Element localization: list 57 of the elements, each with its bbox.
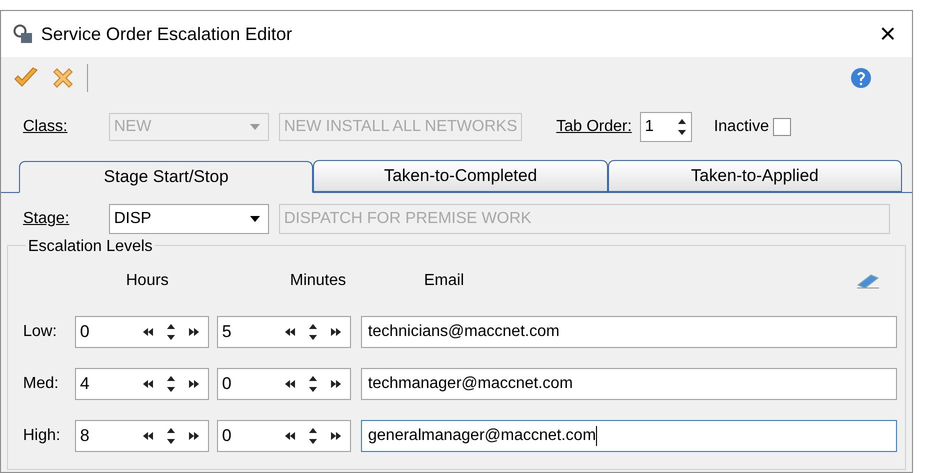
time-spinner-field[interactable]: 0: [75, 316, 209, 348]
window-title: Service Order Escalation Editor: [41, 22, 294, 46]
class-label: Class:: [23, 117, 68, 137]
time-spinner-field[interactable]: 8: [75, 420, 209, 452]
email-field[interactable]: technicians@maccnet.com: [361, 316, 897, 348]
spinner-value: 4: [80, 373, 90, 396]
rewind-icon[interactable]: [142, 327, 154, 337]
email-field[interactable]: generalmanager@maccnet.com: [361, 420, 897, 452]
time-spinner-field[interactable]: 0: [217, 420, 351, 452]
up-down-arrows-icon[interactable]: [676, 117, 687, 137]
column-header: Hours: [125, 271, 170, 291]
tab[interactable]: Taken-to-Completed: [313, 160, 608, 192]
rewind-icon[interactable]: [284, 327, 296, 337]
class-description-field: NEW INSTALL ALL NETWORKS: [279, 113, 522, 141]
level-label: High:: [23, 426, 62, 446]
rewind-icon[interactable]: [284, 379, 296, 389]
spinner-value: 0: [222, 373, 232, 396]
fast-forward-icon[interactable]: [188, 327, 200, 337]
column-header: Minutes: [289, 271, 348, 291]
up-down-arrows-icon[interactable]: [308, 374, 318, 394]
stage-dropdown[interactable]: DISP: [109, 204, 269, 234]
rewind-icon[interactable]: [284, 431, 296, 441]
spinner-value: 8: [80, 425, 90, 448]
level-label: Med:: [23, 374, 60, 394]
up-down-arrows-icon[interactable]: [308, 322, 318, 342]
inactive-label: Inactive: [714, 117, 769, 137]
column-header: Email: [423, 271, 466, 291]
up-down-arrows-icon[interactable]: [166, 426, 176, 446]
tab-order-label: Tab Order:: [556, 117, 632, 137]
fast-forward-icon[interactable]: [330, 327, 342, 337]
help-icon[interactable]: [850, 67, 872, 89]
time-spinner-field[interactable]: 4: [75, 368, 209, 400]
fast-forward-icon[interactable]: [330, 431, 342, 441]
up-down-arrows-icon[interactable]: [166, 322, 176, 342]
time-spinner-field[interactable]: 5: [217, 316, 351, 348]
close-button[interactable]: ×: [876, 20, 900, 48]
email-field[interactable]: techmanager@maccnet.com: [361, 368, 897, 400]
up-down-arrows-icon[interactable]: [166, 374, 176, 394]
app-logo-icon: [13, 24, 33, 44]
tab[interactable]: Stage Start/Stop: [19, 161, 314, 193]
fast-forward-icon[interactable]: [188, 379, 200, 389]
stage-description-field: DISPATCH FOR PREMISE WORK: [279, 204, 890, 234]
spinner-value: 0: [222, 425, 232, 448]
dropdown-arrow-icon: [250, 124, 260, 130]
spinner-value: 0: [80, 321, 90, 344]
up-down-arrows-icon[interactable]: [308, 426, 318, 446]
dropdown-arrow-icon: [250, 216, 260, 222]
fast-forward-icon[interactable]: [188, 431, 200, 441]
rewind-icon[interactable]: [142, 379, 154, 389]
tab[interactable]: Taken-to-Applied: [608, 160, 902, 192]
eraser-icon[interactable]: [855, 272, 881, 290]
level-label: Low:: [23, 322, 58, 342]
fast-forward-icon[interactable]: [330, 379, 342, 389]
spinner-value: 5: [222, 321, 232, 344]
stage-label: Stage:: [23, 209, 70, 229]
rewind-icon[interactable]: [142, 431, 154, 441]
time-spinner-field[interactable]: 0: [217, 368, 351, 400]
